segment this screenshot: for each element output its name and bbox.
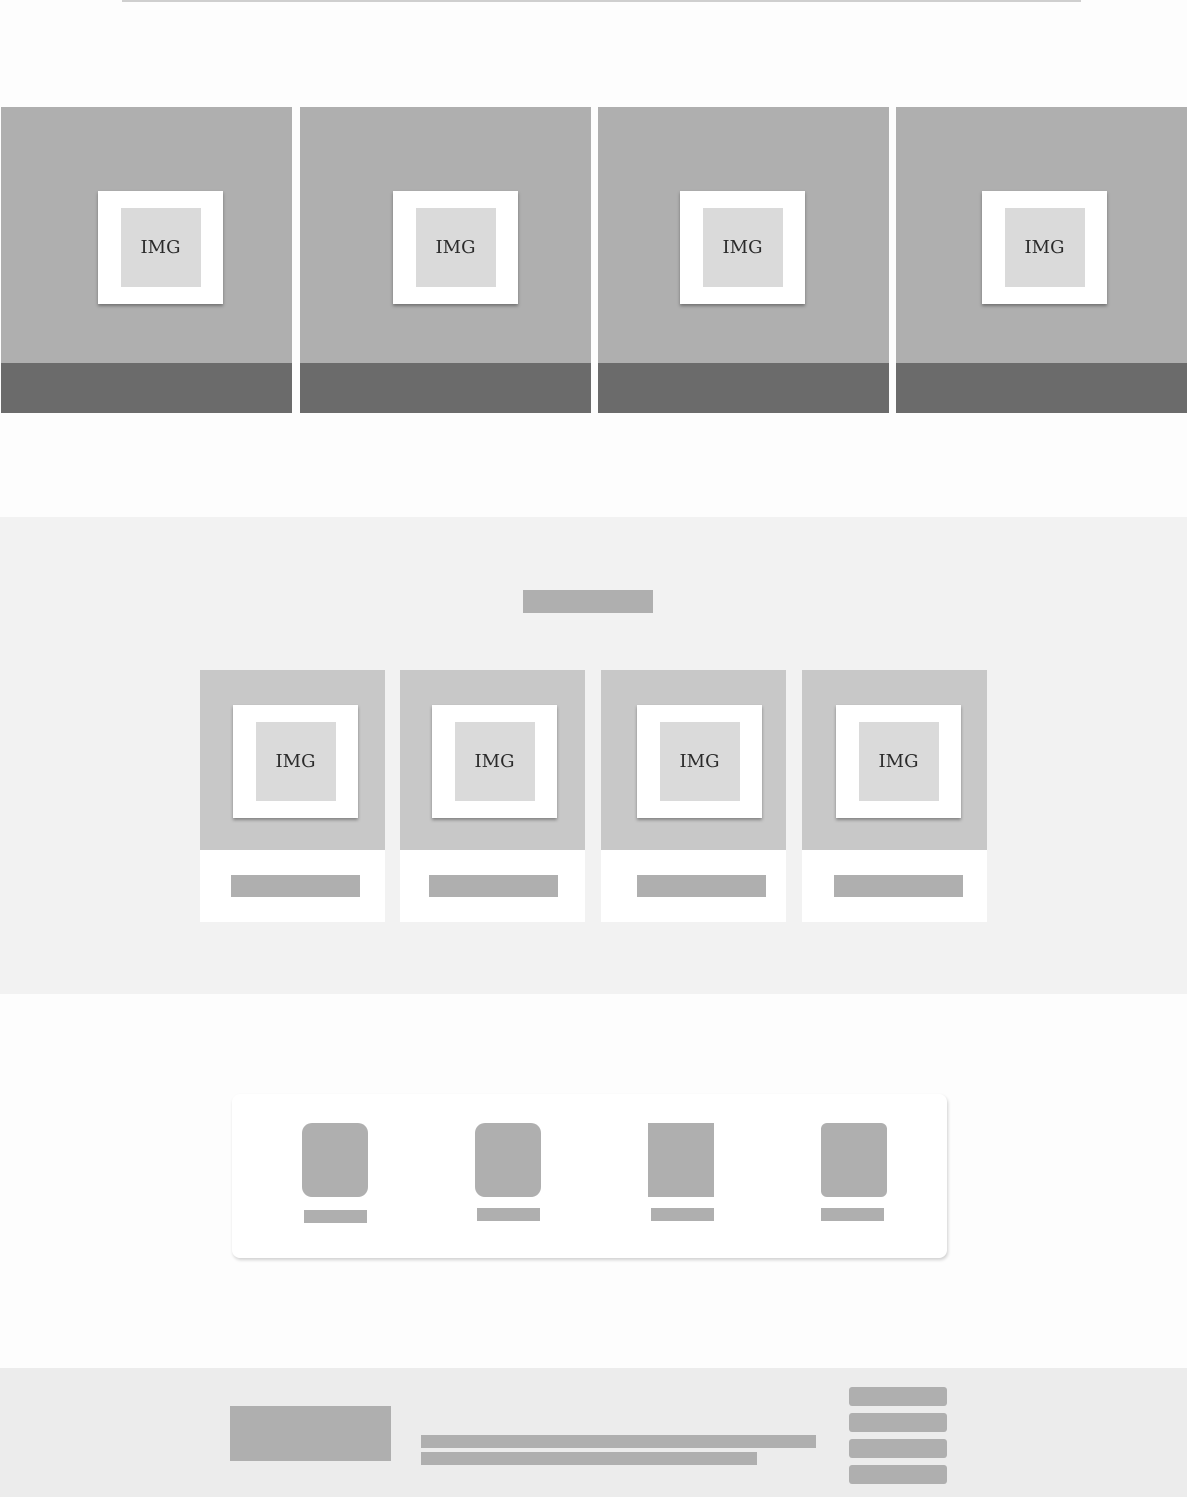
image-placeholder: IMG	[836, 705, 961, 818]
footer-text-line-2	[421, 1452, 757, 1465]
feature-label-placeholder-4	[821, 1208, 884, 1221]
card-image-area: IMG	[601, 670, 786, 850]
card-image-area: IMG	[802, 670, 987, 850]
hero-tile-2[interactable]: IMG	[300, 107, 591, 413]
footer	[0, 1368, 1187, 1497]
feature-icon-4[interactable]	[821, 1123, 887, 1197]
card-title-placeholder	[834, 875, 963, 897]
top-divider	[122, 0, 1081, 2]
image-placeholder: IMG	[637, 705, 762, 818]
hero-tile-3[interactable]: IMG	[598, 107, 889, 413]
image-placeholder-label: IMG	[120, 208, 201, 287]
image-placeholder: IMG	[680, 191, 805, 304]
image-placeholder: IMG	[982, 191, 1107, 304]
product-card-1[interactable]: IMG	[200, 670, 385, 922]
feature-label-placeholder-2	[477, 1208, 540, 1221]
hero-tile-caption-band	[896, 363, 1187, 413]
image-placeholder-label: IMG	[858, 722, 939, 801]
feature-label-placeholder-1	[304, 1210, 367, 1223]
hero-tile-caption-band	[598, 363, 889, 413]
hero-tile-1[interactable]: IMG	[1, 107, 292, 413]
card-title-placeholder	[637, 875, 766, 897]
card-title-placeholder	[231, 875, 360, 897]
footer-link-2[interactable]	[849, 1413, 947, 1432]
feature-icon-2[interactable]	[475, 1123, 541, 1197]
hero-tile-4[interactable]: IMG	[896, 107, 1187, 413]
hero-tile-caption-band	[1, 363, 292, 413]
image-placeholder: IMG	[233, 705, 358, 818]
card-title-placeholder	[429, 875, 558, 897]
section-heading-placeholder	[523, 590, 653, 613]
card-image-area: IMG	[400, 670, 585, 850]
hero-tile-caption-band	[300, 363, 591, 413]
feature-icon-1[interactable]	[302, 1123, 368, 1197]
footer-logo-placeholder	[230, 1406, 391, 1461]
image-placeholder-label: IMG	[1004, 208, 1085, 287]
footer-link-3[interactable]	[849, 1439, 947, 1458]
feature-label-placeholder-3	[651, 1208, 714, 1221]
product-card-2[interactable]: IMG	[400, 670, 585, 922]
product-card-3[interactable]: IMG	[601, 670, 786, 922]
feature-icon-3[interactable]	[648, 1123, 714, 1197]
product-card-4[interactable]: IMG	[802, 670, 987, 922]
image-placeholder-label: IMG	[454, 722, 535, 801]
featured-section	[0, 517, 1187, 994]
image-placeholder-label: IMG	[659, 722, 740, 801]
image-placeholder-label: IMG	[415, 208, 496, 287]
card-image-area: IMG	[200, 670, 385, 850]
footer-link-1[interactable]	[849, 1387, 947, 1406]
footer-link-4[interactable]	[849, 1465, 947, 1484]
image-placeholder: IMG	[393, 191, 518, 304]
footer-text-line-1	[421, 1435, 816, 1448]
image-placeholder-label: IMG	[702, 208, 783, 287]
image-placeholder: IMG	[432, 705, 557, 818]
image-placeholder: IMG	[98, 191, 223, 304]
image-placeholder-label: IMG	[255, 722, 336, 801]
